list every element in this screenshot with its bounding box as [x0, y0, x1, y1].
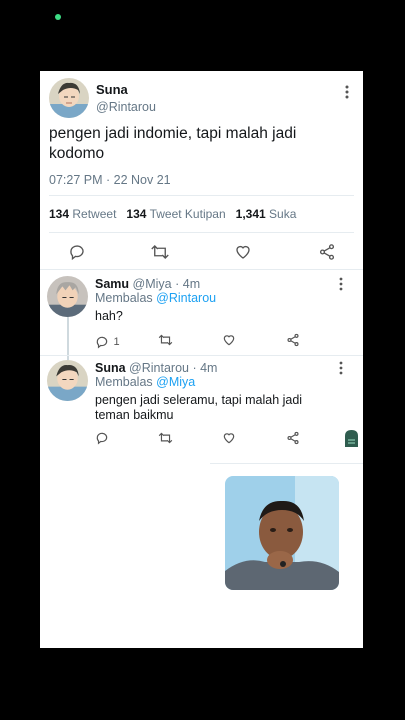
share-icon	[319, 244, 335, 260]
reply-header: Samu @Miya · 4m	[95, 277, 200, 291]
more-icon	[339, 361, 343, 375]
side-badge-icon	[345, 430, 358, 447]
likes-count: 1,341	[235, 207, 266, 221]
reply-avatar[interactable]	[47, 360, 88, 401]
retweets-stat[interactable]: 134 Retweet	[49, 207, 116, 221]
reply-time: · 4m	[175, 277, 201, 291]
webcam-video-overlay	[225, 476, 339, 590]
replying-to-handle[interactable]: @Rintarou	[156, 291, 216, 305]
share-button[interactable]	[286, 431, 300, 445]
retweet-icon	[158, 432, 173, 444]
reply-header: Suna @Rintarou · 4m	[95, 361, 217, 375]
more-options-button[interactable]	[342, 83, 352, 101]
share-button[interactable]	[286, 333, 300, 347]
retweet-icon	[158, 334, 173, 346]
like-icon	[223, 335, 235, 346]
tweet-timestamp: 07:27 PM · 22 Nov 21	[49, 173, 171, 187]
status-indicator-dot	[55, 14, 61, 20]
reply-button[interactable]: 1	[95, 333, 120, 351]
retweets-count: 134	[49, 207, 70, 221]
more-icon	[339, 277, 343, 291]
author-avatar[interactable]	[49, 78, 89, 118]
reply-count: 1	[113, 335, 120, 348]
like-icon	[223, 433, 235, 444]
reply-icon	[70, 245, 84, 261]
replying-to-handle[interactable]: @Miya	[156, 375, 195, 389]
reply-icon	[96, 336, 108, 349]
quotes-label: Tweet Kutipan	[149, 207, 226, 221]
reply-author-name[interactable]: Suna	[95, 361, 126, 375]
replying-to-prefix: Membalas	[95, 291, 153, 305]
like-button[interactable]	[222, 333, 236, 347]
retweets-label: Retweet	[72, 207, 117, 221]
reply-text: hah?	[95, 309, 123, 323]
replying-to-prefix: Membalas	[95, 375, 153, 389]
divider	[210, 463, 363, 464]
quotes-stat[interactable]: 134 Tweet Kutipan	[126, 207, 225, 221]
reply-avatar[interactable]	[47, 276, 88, 317]
author-name[interactable]: Suna	[96, 82, 128, 97]
replying-to: Membalas @Rintarou	[95, 291, 216, 305]
reply-author-handle[interactable]: @Rintarou	[129, 361, 189, 375]
share-icon	[287, 431, 299, 445]
reply-text: pengen jadi seleramu, tapi malah jadi te…	[95, 393, 303, 422]
divider	[49, 195, 354, 196]
author-handle[interactable]: @Rintarou	[96, 100, 156, 114]
quotes-count: 134	[126, 207, 147, 221]
like-button[interactable]	[234, 243, 252, 261]
like-button[interactable]	[222, 431, 236, 445]
tweet-detail-card: Suna @Rintarou pengen jadi indomie, tapi…	[40, 71, 363, 648]
more-options-button[interactable]	[336, 275, 346, 293]
share-button[interactable]	[318, 243, 336, 261]
retweet-button[interactable]	[158, 333, 173, 347]
share-icon	[287, 333, 299, 347]
like-icon	[236, 245, 250, 259]
divider	[49, 232, 354, 233]
likes-label: Suka	[269, 207, 297, 221]
reply-icon	[96, 432, 108, 445]
retweet-button[interactable]	[158, 431, 173, 445]
thread-line	[67, 316, 69, 360]
tweet-text: pengen jadi indomie, tapi malah jadi kod…	[49, 125, 297, 162]
divider	[40, 355, 363, 356]
more-icon	[345, 85, 349, 99]
reply-author-handle[interactable]: @Miya	[133, 277, 172, 291]
likes-stat[interactable]: 1,341 Suka	[236, 207, 297, 221]
retweet-button[interactable]	[150, 243, 170, 261]
divider	[40, 269, 363, 270]
more-options-button[interactable]	[336, 359, 346, 377]
reply-author-name[interactable]: Samu	[95, 277, 129, 291]
reply-button[interactable]	[68, 243, 86, 261]
replying-to: Membalas @Miya	[95, 375, 195, 389]
retweet-icon	[151, 245, 169, 259]
reply-button[interactable]	[95, 431, 109, 445]
reply-time: · 4m	[192, 361, 218, 375]
tweet-stats: 134 Retweet 134 Tweet Kutipan 1,341 Suka	[49, 207, 296, 221]
